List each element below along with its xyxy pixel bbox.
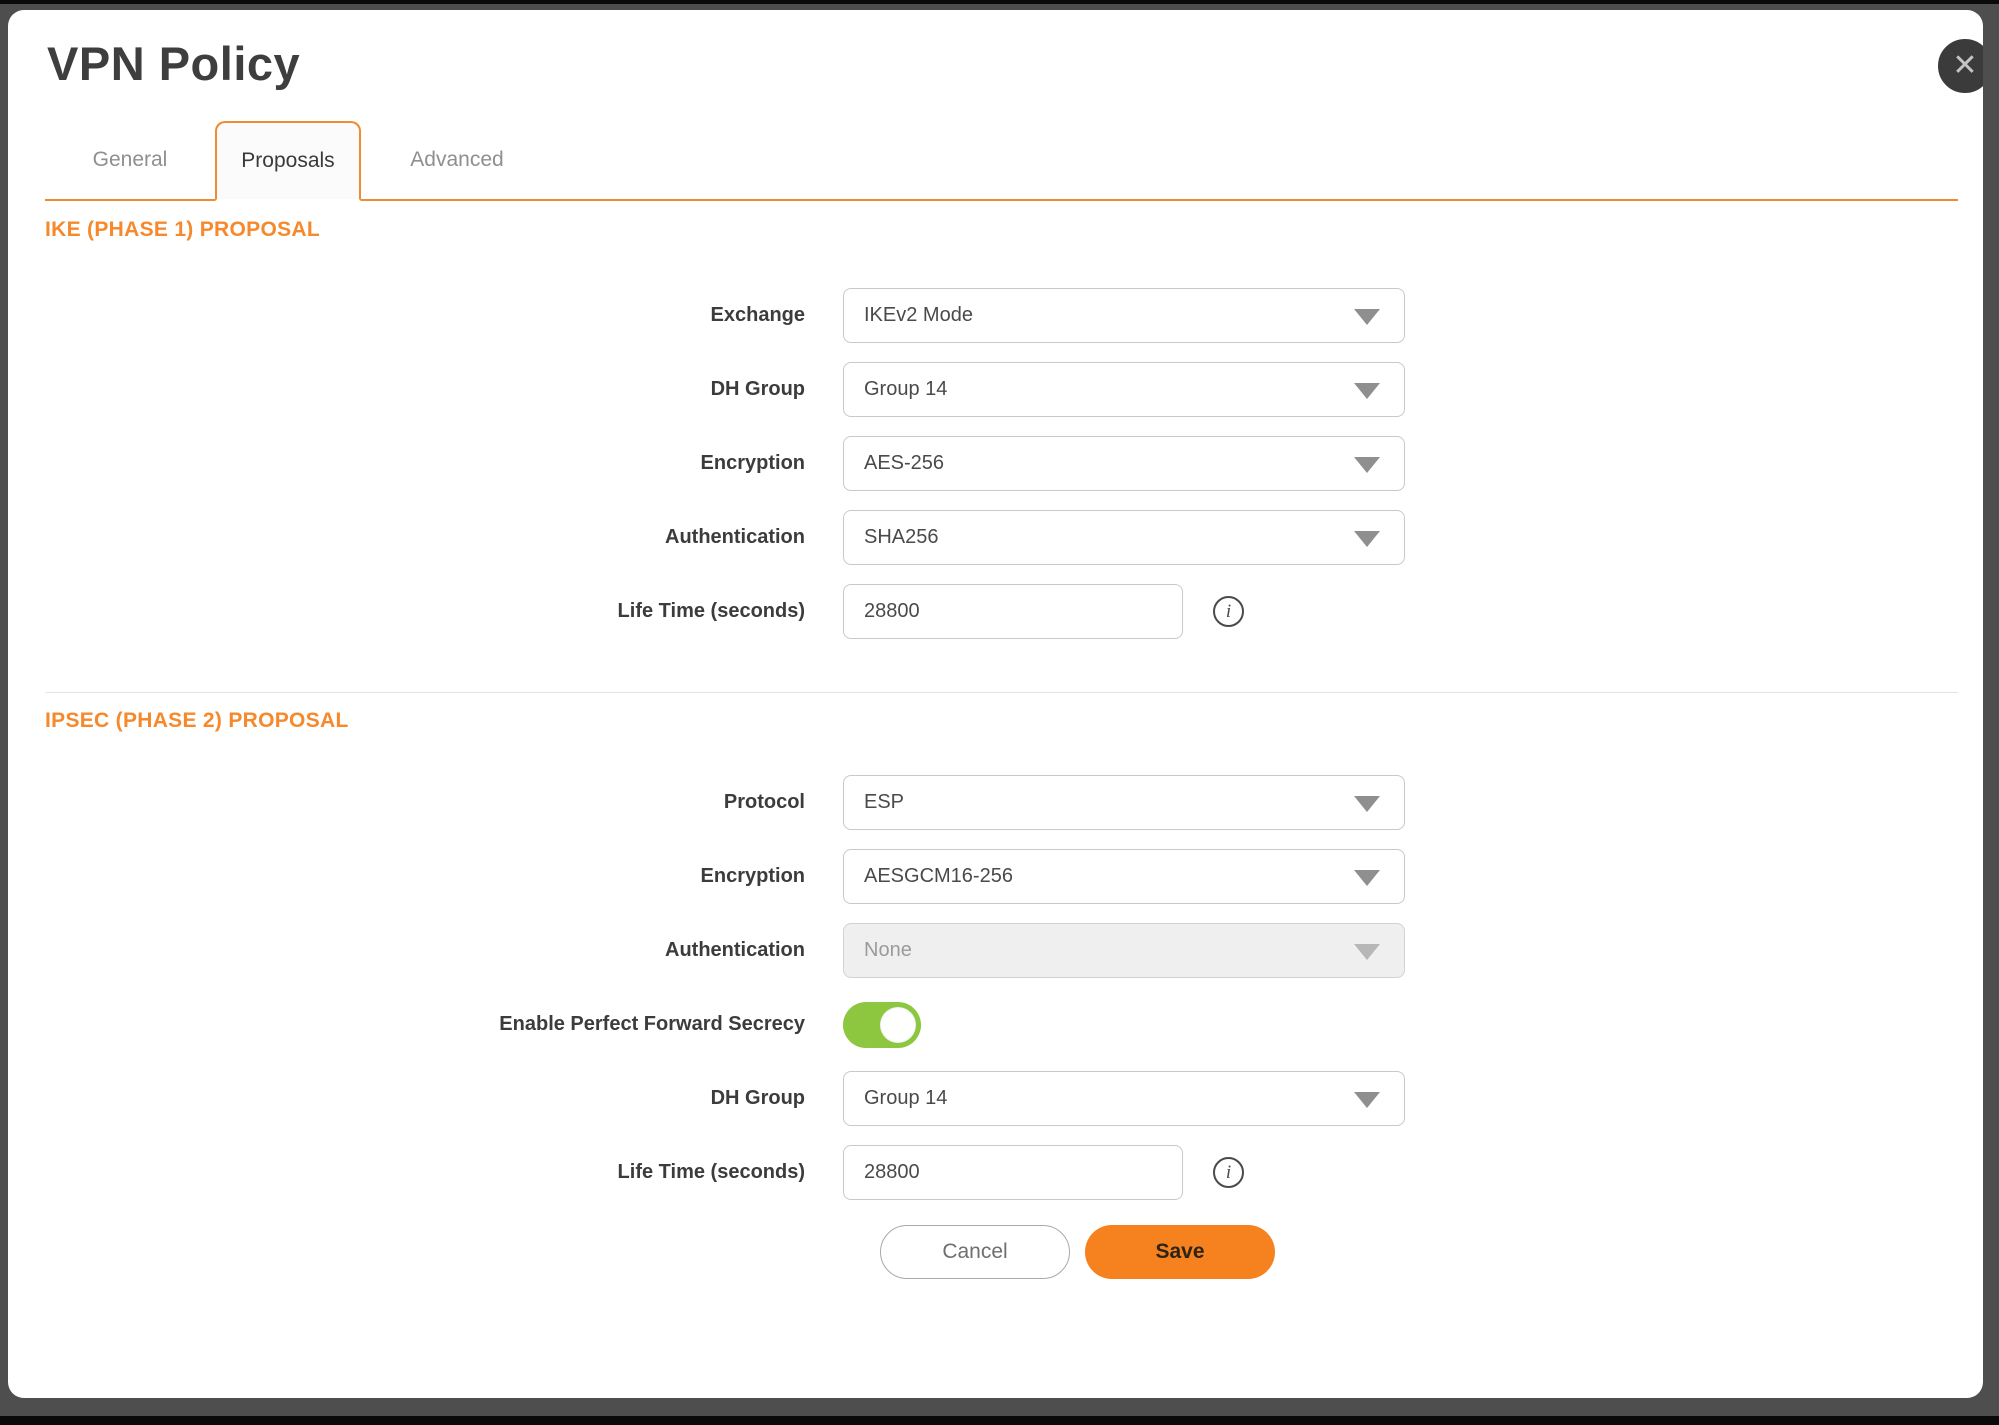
encryption-row: Encryption AES-256 xyxy=(45,436,1958,491)
authentication-row-phase2: Authentication None xyxy=(45,923,1958,978)
tab-proposals[interactable]: Proposals xyxy=(215,121,361,201)
life-time-row: Life Time (seconds) i xyxy=(45,584,1958,639)
authentication-label: Authentication xyxy=(45,526,805,549)
dh-group-label: DH Group xyxy=(45,378,805,401)
authentication-row: Authentication SHA256 xyxy=(45,510,1958,565)
protocol-dropdown[interactable]: ESP xyxy=(843,775,1405,830)
protocol-label: Protocol xyxy=(45,791,805,814)
chevron-down-icon xyxy=(1354,457,1380,473)
chevron-down-icon xyxy=(1354,870,1380,886)
life-time-input[interactable] xyxy=(843,584,1183,639)
life-time-row-phase2: Life Time (seconds) i xyxy=(45,1145,1958,1200)
pfs-row: Enable Perfect Forward Secrecy xyxy=(45,997,1958,1052)
dh-group-row-phase2: DH Group Group 14 xyxy=(45,1071,1958,1126)
chevron-down-icon xyxy=(1354,1092,1380,1108)
cancel-button[interactable]: Cancel xyxy=(880,1225,1070,1279)
dh-group-dropdown-phase2[interactable]: Group 14 xyxy=(843,1071,1405,1126)
dh-group-row: DH Group Group 14 xyxy=(45,362,1958,417)
tab-bar: General Proposals Advanced xyxy=(45,121,1958,201)
chevron-down-icon xyxy=(1354,531,1380,547)
dh-group-label-phase2: DH Group xyxy=(45,1087,805,1110)
chevron-down-icon xyxy=(1354,309,1380,325)
chevron-down-icon xyxy=(1354,796,1380,812)
exchange-value: IKEv2 Mode xyxy=(864,304,973,327)
encryption-value-phase2: AESGCM16-256 xyxy=(864,865,1013,888)
encryption-dropdown[interactable]: AES-256 xyxy=(843,436,1405,491)
tab-advanced[interactable]: Advanced xyxy=(361,121,553,199)
exchange-row: Exchange IKEv2 Mode xyxy=(45,288,1958,343)
dh-group-value: Group 14 xyxy=(864,378,947,401)
protocol-row: Protocol ESP xyxy=(45,775,1958,830)
exchange-label: Exchange xyxy=(45,304,805,327)
toggle-knob xyxy=(880,1007,916,1043)
exchange-dropdown[interactable]: IKEv2 Mode xyxy=(843,288,1405,343)
life-time-label-phase2: Life Time (seconds) xyxy=(45,1161,805,1184)
info-icon[interactable]: i xyxy=(1213,1157,1244,1188)
protocol-value: ESP xyxy=(864,791,904,814)
section-title-ike-phase1: IKE (PHASE 1) PROPOSAL xyxy=(45,218,1958,242)
encryption-row-phase2: Encryption AESGCM16-256 xyxy=(45,849,1958,904)
dialog-footer: Cancel Save xyxy=(880,1225,1958,1279)
page-title: VPN Policy xyxy=(47,36,1983,91)
authentication-value: SHA256 xyxy=(864,526,939,549)
life-time-label: Life Time (seconds) xyxy=(45,600,805,623)
authentication-value-phase2: None xyxy=(864,939,912,962)
section-ike-phase1: IKE (PHASE 1) PROPOSAL Exchange IKEv2 Mo… xyxy=(45,218,1958,639)
authentication-label-phase2: Authentication xyxy=(45,939,805,962)
pfs-label: Enable Perfect Forward Secrecy xyxy=(45,1013,805,1036)
pfs-toggle[interactable] xyxy=(843,1002,921,1048)
encryption-label-phase2: Encryption xyxy=(45,865,805,888)
life-time-input-phase2[interactable] xyxy=(843,1145,1183,1200)
section-title-ipsec-phase2: IPSEC (PHASE 2) PROPOSAL xyxy=(45,709,1958,733)
dh-group-value-phase2: Group 14 xyxy=(864,1087,947,1110)
info-icon[interactable]: i xyxy=(1213,596,1244,627)
close-icon: ✕ xyxy=(1952,49,1977,82)
encryption-value: AES-256 xyxy=(864,452,944,475)
authentication-dropdown[interactable]: SHA256 xyxy=(843,510,1405,565)
section-ipsec-phase2: IPSEC (PHASE 2) PROPOSAL Protocol ESP En… xyxy=(45,692,1958,1200)
dh-group-dropdown[interactable]: Group 14 xyxy=(843,362,1405,417)
authentication-dropdown-phase2: None xyxy=(843,923,1405,978)
save-button[interactable]: Save xyxy=(1085,1225,1275,1279)
encryption-dropdown-phase2[interactable]: AESGCM16-256 xyxy=(843,849,1405,904)
tab-general[interactable]: General xyxy=(45,121,215,199)
chevron-down-icon xyxy=(1354,944,1380,960)
vpn-policy-dialog: VPN Policy ✕ General Proposals Advanced … xyxy=(8,10,1983,1398)
encryption-label: Encryption xyxy=(45,452,805,475)
chevron-down-icon xyxy=(1354,383,1380,399)
